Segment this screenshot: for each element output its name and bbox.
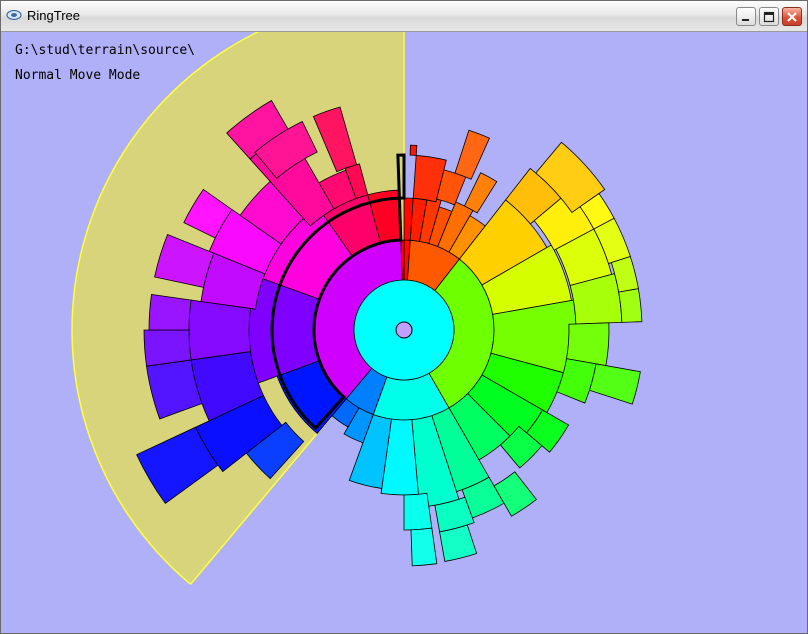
minimize-button[interactable] bbox=[736, 7, 756, 26]
close-icon bbox=[787, 11, 797, 22]
ring4-segment-5[interactable] bbox=[618, 288, 643, 323]
ring4-segment-0[interactable] bbox=[454, 129, 490, 180]
ring4-segment-6[interactable] bbox=[588, 363, 641, 405]
ring-tree-diagram[interactable] bbox=[4, 32, 804, 630]
center-handle[interactable] bbox=[395, 321, 413, 339]
ring3-segment-14[interactable] bbox=[403, 492, 433, 531]
ring4-segment-13[interactable] bbox=[148, 294, 192, 331]
close-button[interactable] bbox=[782, 7, 802, 26]
current-path-label: G:\stud\terrain\source\ bbox=[15, 43, 196, 58]
ring4-segment-8[interactable] bbox=[439, 524, 478, 562]
ring3-segment-0[interactable] bbox=[409, 144, 418, 156]
mode-label: Normal Move Mode bbox=[15, 68, 141, 83]
maximize-icon bbox=[763, 11, 775, 22]
ring4-segment-12[interactable] bbox=[143, 329, 192, 367]
ring4-segment-9[interactable] bbox=[410, 527, 438, 567]
ring3-segment-8[interactable] bbox=[566, 322, 610, 367]
window-title: RingTree bbox=[27, 8, 80, 23]
ring-tree-canvas[interactable]: G:\stud\terrain\source\ Normal Move Mode bbox=[4, 32, 804, 630]
minimize-icon bbox=[742, 18, 749, 21]
app-icon bbox=[6, 9, 22, 21]
ring3-segment-18[interactable] bbox=[188, 299, 251, 361]
ring4-segment-7[interactable] bbox=[493, 471, 537, 517]
title-bar[interactable]: RingTree bbox=[1, 1, 807, 32]
app-window: RingTree G:\stud\terrain\source\ Normal … bbox=[0, 0, 808, 634]
maximize-button[interactable] bbox=[759, 7, 779, 26]
